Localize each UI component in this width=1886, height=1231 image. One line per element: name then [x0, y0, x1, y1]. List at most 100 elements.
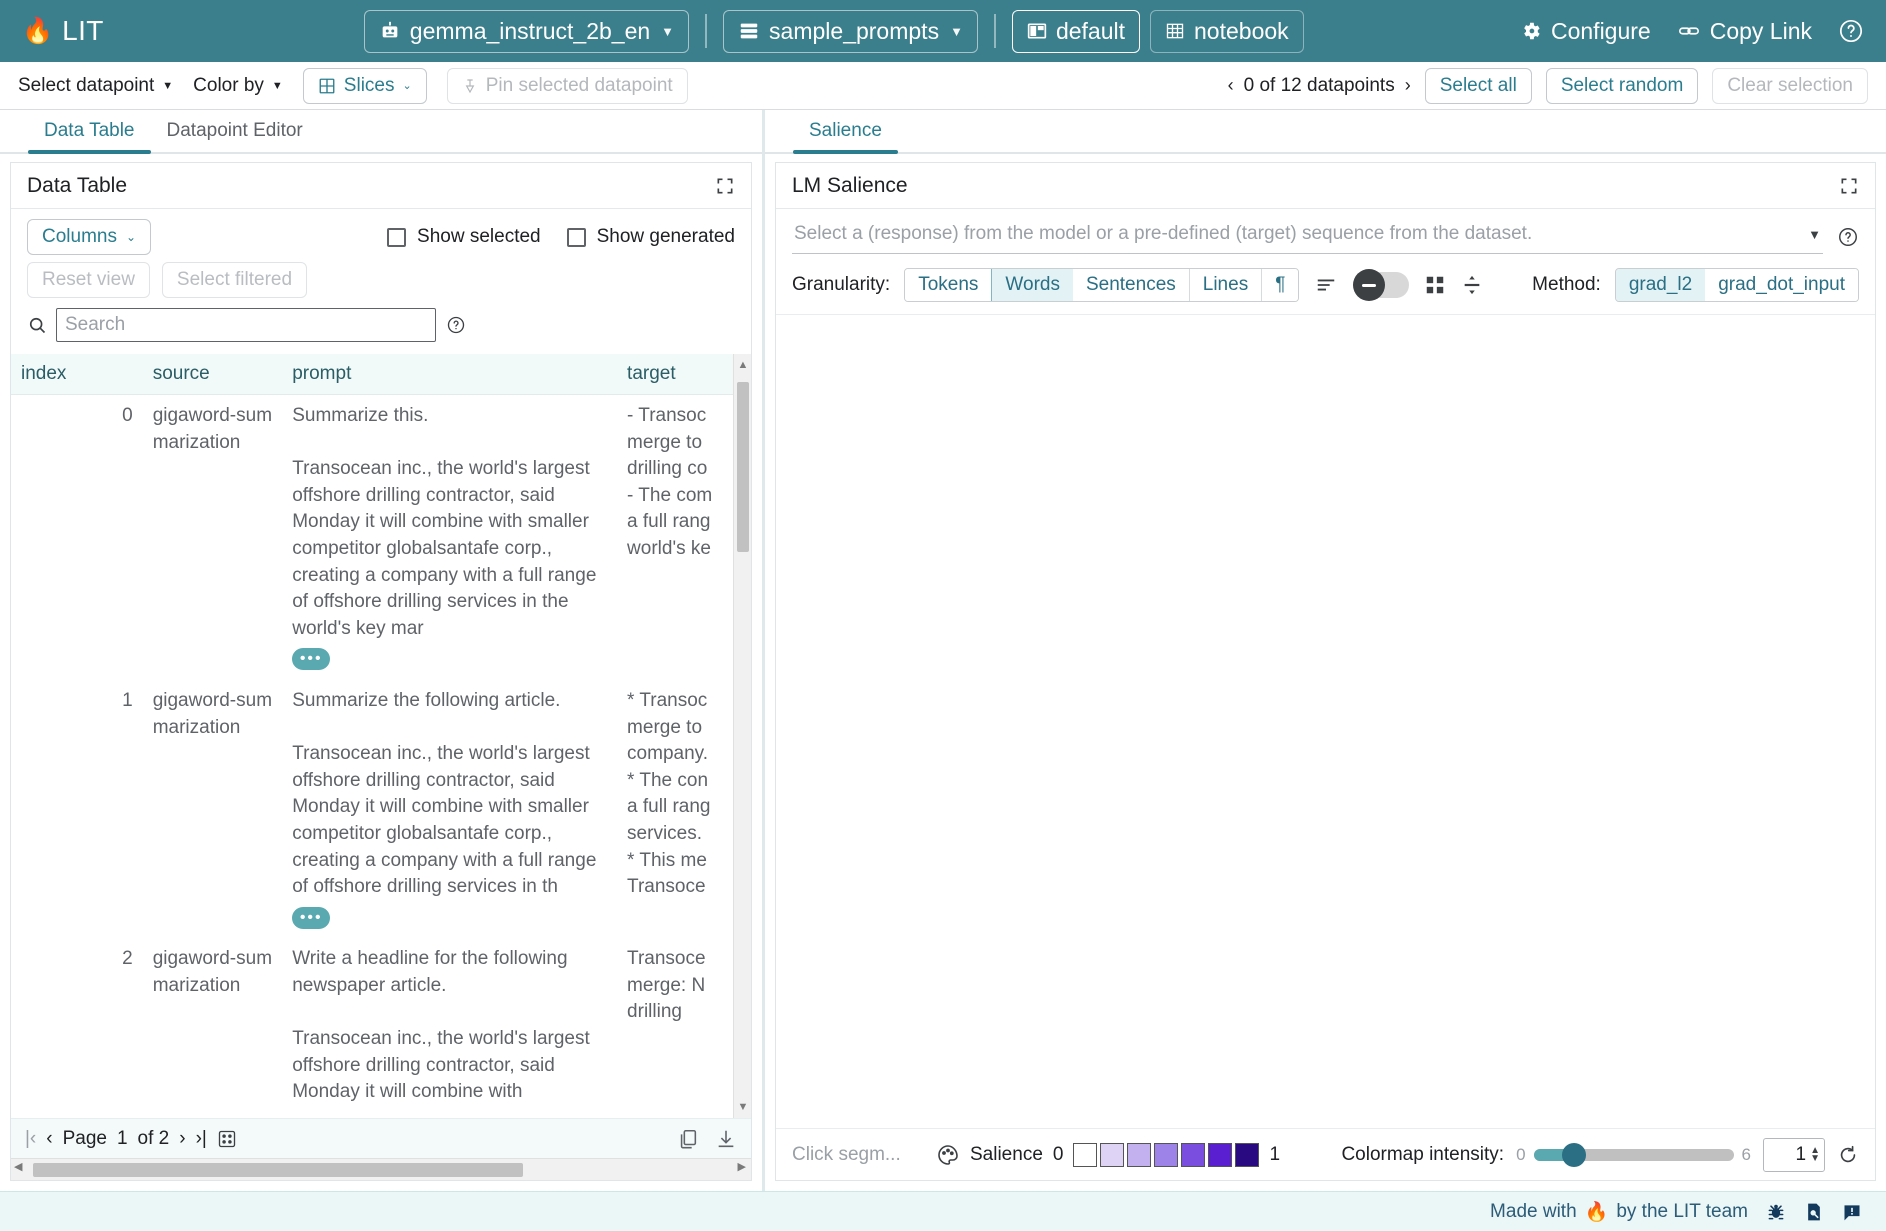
- layout-notebook-button[interactable]: notebook: [1150, 10, 1304, 53]
- colormap-intensity-stepper[interactable]: 1 ▲▼: [1763, 1138, 1825, 1172]
- select-filtered-label: Select filtered: [177, 269, 292, 291]
- table-row[interactable]: 0 gigaword-summarization Summarize this.…: [11, 395, 751, 680]
- copy-icon[interactable]: [677, 1128, 699, 1150]
- help-button[interactable]: [1838, 18, 1864, 44]
- dataset-selector[interactable]: sample_prompts ▼: [723, 10, 978, 53]
- display-density-icon[interactable]: [1313, 274, 1339, 296]
- granularity-option-words[interactable]: Words: [991, 268, 1074, 302]
- data-table-module: Data Table Columns ⌄ Sho: [10, 162, 752, 1181]
- next-page-button[interactable]: ›: [179, 1128, 185, 1150]
- normalize-icon[interactable]: [1461, 273, 1483, 297]
- layout-default-button[interactable]: default: [1012, 10, 1140, 53]
- download-icon[interactable]: [715, 1128, 737, 1150]
- granularity-option-lines[interactable]: Lines: [1190, 269, 1262, 301]
- scroll-down-arrow-icon[interactable]: ▼: [734, 1098, 751, 1116]
- search-input[interactable]: [56, 308, 436, 342]
- checkbox-icon: [567, 228, 586, 247]
- grid-view-icon[interactable]: [1423, 274, 1447, 296]
- clear-selection-button[interactable]: Clear selection: [1712, 68, 1868, 104]
- page-of-label: of 2: [138, 1128, 170, 1150]
- granularity-option-paragraph[interactable]: ¶: [1262, 269, 1298, 301]
- cell-prompt-text: Summarize this. Transocean inc., the wor…: [292, 403, 607, 642]
- slider-knob[interactable]: [1562, 1143, 1586, 1167]
- expand-text-badge[interactable]: •••: [292, 907, 330, 929]
- cell-index: 0: [11, 395, 143, 680]
- reset-view-button[interactable]: Reset view: [27, 262, 150, 298]
- copy-link-button[interactable]: Copy Link: [1677, 18, 1812, 45]
- expand-icon[interactable]: [1839, 176, 1859, 196]
- scroll-up-arrow-icon[interactable]: ▲: [734, 356, 751, 374]
- colormap-intensity-slider[interactable]: [1534, 1149, 1734, 1161]
- cell-target: Transoce merge: N drilling: [617, 938, 751, 1114]
- table-horizontal-scrollbar[interactable]: ◀ ▶: [11, 1158, 751, 1180]
- granularity-option-tokens[interactable]: Tokens: [905, 269, 992, 301]
- prev-datapoint-button[interactable]: ‹: [1228, 75, 1234, 96]
- copy-link-label: Copy Link: [1710, 18, 1812, 45]
- reset-icon[interactable]: [1837, 1144, 1859, 1166]
- dataset-selector-label: sample_prompts: [769, 18, 939, 45]
- last-page-button[interactable]: ›|: [196, 1128, 207, 1150]
- data-table-scroll[interactable]: index source prompt target 0 gigaword-su…: [11, 354, 751, 1118]
- configure-button[interactable]: Configure: [1520, 18, 1651, 45]
- display-mode-toggle[interactable]: [1353, 272, 1409, 298]
- salience-legend: Salience 0 1: [936, 1143, 1280, 1167]
- swatch: [1181, 1143, 1205, 1167]
- column-header-index[interactable]: index: [11, 354, 143, 395]
- next-datapoint-button[interactable]: ›: [1405, 75, 1411, 96]
- bug-icon[interactable]: [1766, 1202, 1786, 1222]
- column-header-target[interactable]: target: [617, 354, 751, 395]
- expand-text-badge[interactable]: •••: [292, 648, 330, 670]
- salience-canvas[interactable]: [776, 315, 1875, 1128]
- robot-icon: [379, 20, 401, 42]
- sequence-placeholder: Select a (response) from the model or a …: [794, 223, 1532, 245]
- cell-target-text: Transoce merge: N drilling: [627, 946, 741, 1026]
- prev-page-button[interactable]: ‹: [46, 1128, 52, 1150]
- pin-selected-datapoint-button[interactable]: Pin selected datapoint: [447, 68, 688, 104]
- column-header-source[interactable]: source: [143, 354, 283, 395]
- table-vertical-scrollbar[interactable]: ▲ ▼: [733, 354, 751, 1118]
- feedback-icon[interactable]: [1842, 1202, 1862, 1222]
- sequence-selector[interactable]: Select a (response) from the model or a …: [792, 219, 1823, 254]
- help-circle-icon[interactable]: [446, 315, 466, 335]
- hscrollbar-thumb[interactable]: [33, 1163, 523, 1177]
- main-toolbar: Select datapoint ▼ Color by ▼ Slices ⌄ P…: [0, 62, 1886, 110]
- stepper-arrows-icon[interactable]: ▲▼: [1810, 1147, 1820, 1163]
- slices-label: Slices: [344, 75, 395, 97]
- scrollbar-thumb[interactable]: [737, 382, 749, 552]
- select-datapoint-dropdown[interactable]: Select datapoint ▼: [18, 75, 173, 97]
- palette-icon[interactable]: [936, 1143, 960, 1167]
- table-row[interactable]: 2 gigaword-summarization Write a headlin…: [11, 938, 751, 1114]
- cell-target: * Transoc merge to company. * The con a …: [617, 680, 751, 938]
- cell-prompt: Summarize this. Transocean inc., the wor…: [282, 395, 617, 680]
- slices-button[interactable]: Slices ⌄: [303, 68, 427, 104]
- help-circle-icon[interactable]: [1837, 226, 1859, 248]
- cell-target-text: - Transoc merge to drilling co - The com…: [627, 403, 741, 563]
- tab-datapoint-editor[interactable]: Datapoint Editor: [151, 120, 319, 152]
- tab-salience[interactable]: Salience: [793, 120, 898, 152]
- slider-min-label: 0: [1516, 1145, 1525, 1165]
- method-option-grad-dot-input[interactable]: grad_dot_input: [1705, 269, 1858, 301]
- first-page-button[interactable]: |‹: [25, 1128, 36, 1150]
- random-page-icon[interactable]: [217, 1129, 237, 1149]
- color-by-dropdown[interactable]: Color by ▼: [193, 75, 283, 97]
- lm-salience-module: LM Salience Select a (response) from the…: [775, 162, 1876, 1181]
- documentation-icon[interactable]: [1804, 1202, 1824, 1222]
- show-generated-checkbox[interactable]: Show generated: [567, 226, 735, 248]
- select-all-button[interactable]: Select all: [1425, 68, 1532, 104]
- select-random-button[interactable]: Select random: [1546, 68, 1699, 104]
- model-selector[interactable]: gemma_instruct_2b_en ▼: [364, 10, 689, 53]
- main-content: Data Table Datapoint Editor Data Table C…: [0, 110, 1886, 1191]
- tab-data-table[interactable]: Data Table: [28, 120, 151, 152]
- granularity-option-sentences[interactable]: Sentences: [1073, 269, 1190, 301]
- scroll-right-arrow-icon[interactable]: ▶: [738, 1160, 746, 1173]
- scroll-left-arrow-icon[interactable]: ◀: [14, 1160, 22, 1173]
- select-filtered-button[interactable]: Select filtered: [162, 262, 307, 298]
- pin-selected-label: Pin selected datapoint: [486, 75, 673, 97]
- tab-datapoint-editor-label: Datapoint Editor: [167, 120, 303, 141]
- column-header-prompt[interactable]: prompt: [282, 354, 617, 395]
- columns-button[interactable]: Columns ⌄: [27, 219, 151, 255]
- method-option-grad-l2[interactable]: grad_l2: [1615, 268, 1706, 302]
- table-row[interactable]: 1 gigaword-summarization Summarize the f…: [11, 680, 751, 938]
- expand-icon[interactable]: [715, 176, 735, 196]
- show-selected-checkbox[interactable]: Show selected: [387, 226, 541, 248]
